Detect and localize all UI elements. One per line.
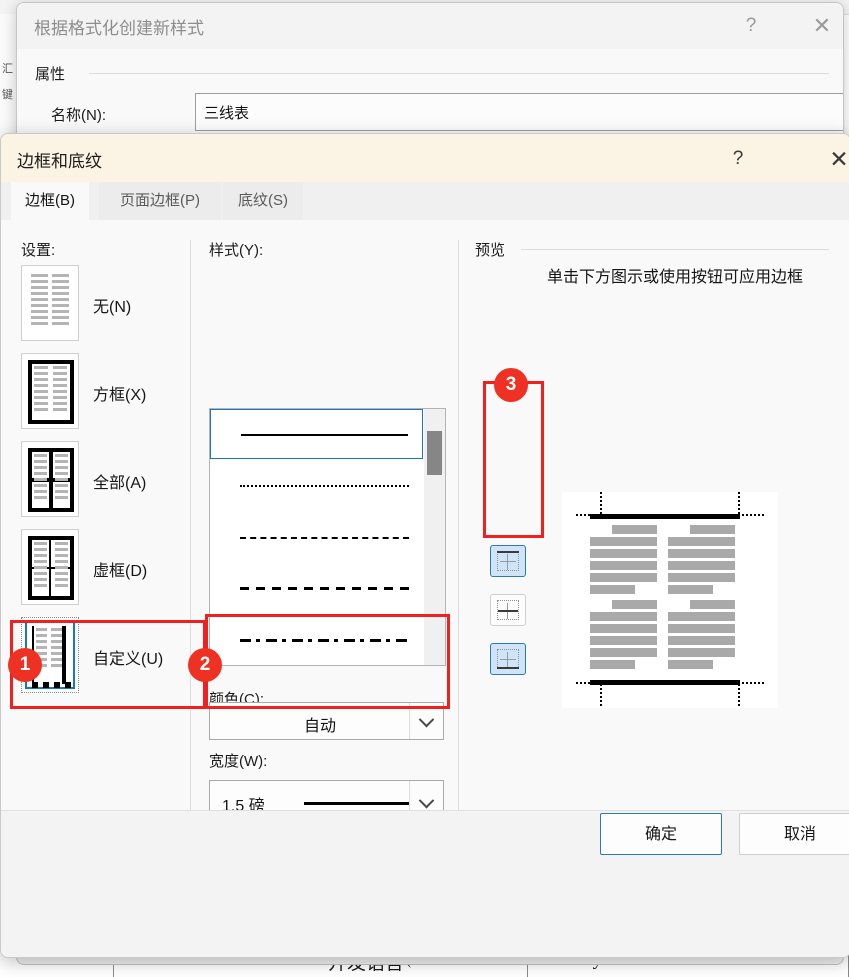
- preview-bottom-border: [590, 680, 740, 685]
- borders-cancel-button[interactable]: 取消: [739, 813, 849, 855]
- borders-dialog-titlebar: 边框和底纹 ? ✕: [1, 134, 849, 182]
- column-divider: [458, 240, 459, 880]
- style-option-dashed-large[interactable]: [210, 565, 423, 615]
- style-option-dashed-small[interactable]: [210, 513, 423, 563]
- setting-option-all[interactable]: 全部(A): [21, 441, 191, 527]
- annotation-box-3: [483, 381, 544, 538]
- close-icon[interactable]: ✕: [803, 11, 841, 41]
- preview-inside-horizontal-border-button[interactable]: [490, 594, 526, 626]
- setting-box-icon: [21, 353, 79, 429]
- dialog-title: 根据格式化创建新样式: [34, 19, 204, 38]
- preview-top-border-button[interactable]: [490, 545, 526, 577]
- setting-option-none[interactable]: 无(N): [21, 265, 191, 351]
- name-field-label: 名称(N):: [51, 107, 106, 124]
- tab-borders[interactable]: 边框(B): [11, 182, 89, 220]
- setting-option-box[interactable]: 方框(X): [21, 353, 191, 439]
- tab-shading[interactable]: 底纹(S): [223, 182, 303, 220]
- style-group-label: 样式(Y):: [209, 242, 264, 259]
- style-list-scroll-thumb[interactable]: [427, 431, 442, 475]
- border-preview-page[interactable]: [562, 492, 778, 708]
- preview-divider: [521, 249, 829, 250]
- dialog-titlebar: 根据格式化创建新样式 ? ✕: [17, 3, 843, 49]
- preview-hint-text: 单击下方图示或使用按钮可应用边框: [546, 269, 803, 286]
- bottom-border-icon: [497, 649, 519, 669]
- group-divider: [89, 73, 829, 74]
- setting-group-label: 设置:: [21, 242, 56, 259]
- style-name-input[interactable]: 三线表: [195, 93, 843, 131]
- preview-bottom-border-button[interactable]: [490, 643, 526, 675]
- borders-ok-button[interactable]: 确定: [600, 813, 722, 855]
- close-icon[interactable]: ✕: [819, 144, 849, 174]
- setting-none-icon: [21, 265, 79, 341]
- setting-grid-icon: [21, 529, 79, 605]
- setting-grid-label: 虚框(D): [93, 563, 148, 580]
- style-name-value: 三线表: [204, 105, 250, 122]
- setting-option-grid[interactable]: 虚框(D): [21, 529, 191, 615]
- annotation-badge-3: 3: [494, 368, 528, 402]
- setting-box-label: 方框(X): [93, 387, 147, 404]
- setting-all-icon: [21, 441, 79, 517]
- borders-dialog-title: 边框和底纹: [17, 152, 102, 171]
- preview-top-border: [590, 514, 740, 519]
- properties-group-label: 属性: [35, 66, 66, 83]
- borders-tab-panel: 设置: 无(N) 方框(X) 全部(A) 虚框(D) 自定义(U) 样式(Y):…: [1, 220, 849, 955]
- help-icon[interactable]: ?: [732, 11, 770, 41]
- background-text-fragment: 键: [2, 89, 13, 101]
- style-option-dotted[interactable]: [210, 461, 423, 511]
- annotation-badge-1: 1: [8, 648, 42, 682]
- inside-horizontal-border-icon: [497, 600, 519, 620]
- border-color-value: 自动: [304, 718, 337, 735]
- setting-all-label: 全部(A): [93, 475, 147, 492]
- annotation-box-2: [205, 614, 450, 709]
- tabstrip: 边框(B) 页面边框(P) 底纹(S): [1, 182, 849, 220]
- top-border-icon: [497, 551, 519, 571]
- style-option-solid[interactable]: [210, 409, 423, 459]
- width-group-label: 宽度(W):: [209, 753, 268, 770]
- preview-group-label: 预览: [475, 242, 506, 259]
- borders-and-shading-dialog: 边框和底纹 ? ✕ 边框(B) 页面边框(P) 底纹(S) 设置: 无(N) 方…: [0, 133, 849, 958]
- tab-page-borders[interactable]: 页面边框(P): [99, 182, 221, 220]
- setting-none-label: 无(N): [93, 299, 132, 316]
- background-text-fragment: 汇: [2, 63, 13, 75]
- help-icon[interactable]: ?: [718, 144, 758, 174]
- annotation-badge-2: 2: [188, 648, 222, 682]
- border-width-sample-line: [304, 802, 410, 805]
